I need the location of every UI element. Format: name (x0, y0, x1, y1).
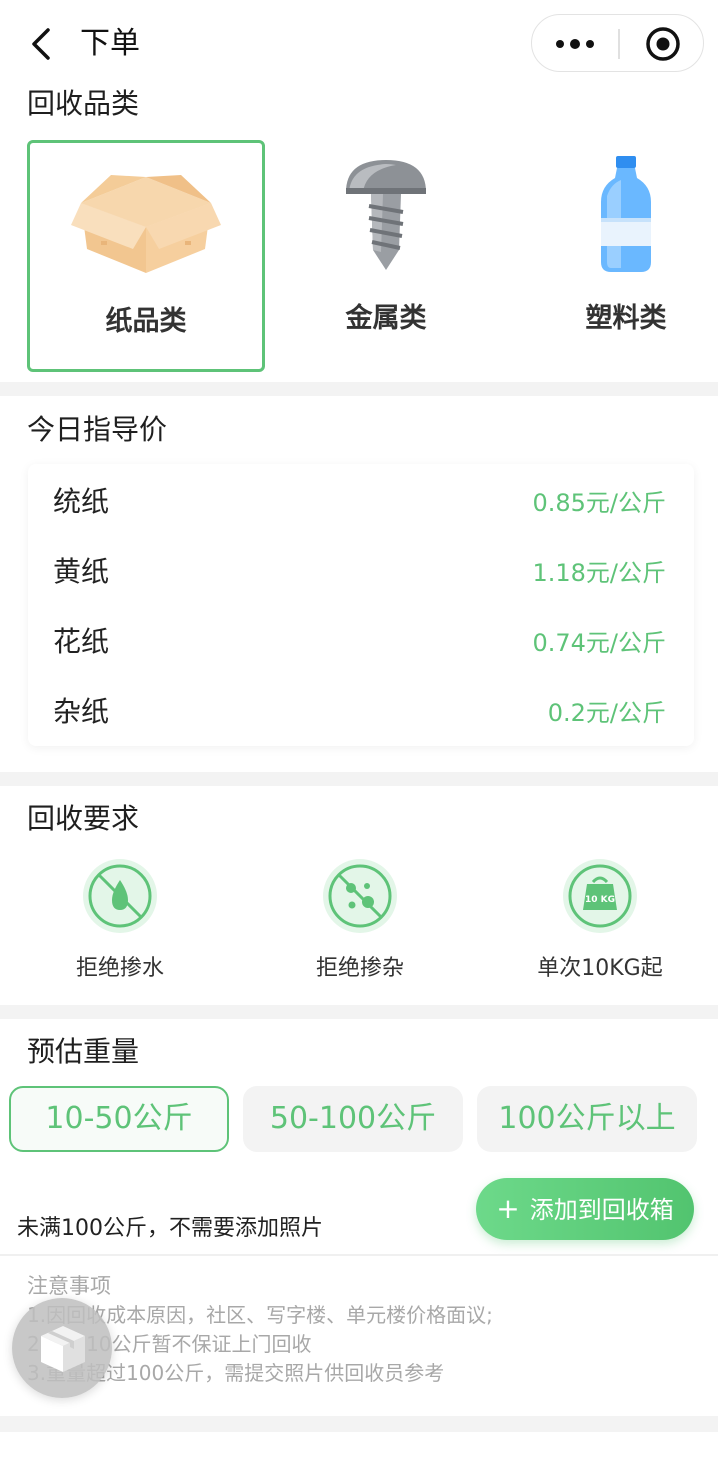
paper-price: 0.2元/公斤 (547, 699, 666, 727)
price-section-title: 今日指导价 (27, 413, 168, 446)
no-impurities-icon (323, 859, 397, 933)
plastic-bottle-icon (601, 156, 651, 272)
section-divider (0, 382, 718, 396)
note-line: 3.重量超过100公斤，需提交照片供回收员参考 (27, 1361, 445, 1385)
capsule-divider (618, 29, 620, 59)
price-list: 统纸 0.85元/公斤 黄纸 1.18元/公斤 花纸 0.74元/公斤 杂纸 0… (28, 464, 694, 746)
weight-option-50-100[interactable]: 50-100公斤 (243, 1086, 463, 1152)
requirement-min-weight: 10 KG 单次10KG起 (480, 858, 718, 988)
recycle-box-floating-button[interactable] (12, 1298, 112, 1398)
photo-hint: 未满100公斤，不需要添加照片 (17, 1216, 323, 1241)
paper-price: 0.74元/公斤 (532, 629, 666, 657)
page-title: 下单 (80, 26, 140, 61)
category-paper[interactable]: 纸品类 (27, 140, 265, 372)
price-row: 黄纸 1.18元/公斤 (28, 534, 694, 604)
category-label: 金属类 (345, 303, 427, 334)
weight-option-100-plus[interactable]: 100公斤以上 (477, 1086, 697, 1152)
paper-type-name: 黄纸 (53, 555, 110, 588)
price-row: 花纸 0.74元/公斤 (28, 604, 694, 674)
box-icon (41, 1326, 85, 1372)
paper-type-name: 花纸 (53, 625, 110, 658)
category-label: 纸品类 (105, 306, 187, 337)
requirement-label: 拒绝掺水 (75, 956, 164, 981)
paper-type-name: 杂纸 (53, 695, 110, 728)
price-row: 统纸 0.85元/公斤 (28, 464, 694, 534)
paper-type-name: 统纸 (53, 485, 110, 518)
more-dots-icon[interactable] (554, 29, 596, 59)
back-arrow-icon[interactable] (26, 26, 56, 62)
section-divider (0, 1005, 718, 1019)
weight-option-10-50[interactable]: 10-50公斤 (9, 1086, 229, 1152)
weight-10kg-icon: 10 KG (563, 859, 637, 933)
category-label: 塑料类 (585, 303, 667, 334)
weight-section-title: 预估重量 (27, 1035, 140, 1068)
requirements-section-title: 回收要求 (27, 802, 140, 835)
requirement-label: 单次10KG起 (537, 956, 663, 981)
divider-line (0, 1254, 718, 1256)
close-target-icon[interactable] (644, 25, 682, 63)
cardboard-box-icon (71, 175, 221, 273)
requirement-no-water: 拒绝掺水 (0, 858, 240, 988)
category-section-title: 回收品类 (27, 87, 140, 120)
add-to-recycle-box-button[interactable]: + 添加到回收箱 (476, 1178, 694, 1240)
weight-icon-text: 10 KG (585, 895, 615, 905)
screw-icon (346, 160, 426, 270)
notes-title: 注意事项 (27, 1274, 111, 1298)
mini-program-capsule (531, 14, 704, 72)
notes: 注意事项 1.因回收成本原因，社区、写字楼、单元楼价格面议; 2.低于10公斤暂… (27, 1272, 697, 1388)
no-water-icon (83, 859, 157, 933)
note-line: 1.因回收成本原因，社区、写字楼、单元楼价格面议; (27, 1303, 493, 1327)
note-line: 2.低于10公斤暂不保证上门回收 (27, 1332, 312, 1356)
paper-price: 0.85元/公斤 (532, 489, 666, 517)
category-plastic[interactable]: 塑料类 (507, 140, 718, 372)
requirement-label: 拒绝掺杂 (315, 956, 404, 981)
add-button-label: 添加到回收箱 (529, 1196, 674, 1224)
plus-icon: + (496, 1192, 520, 1225)
section-divider (0, 1416, 718, 1432)
paper-price: 1.18元/公斤 (532, 559, 666, 587)
category-metal[interactable]: 金属类 (267, 140, 505, 372)
nav-bar: 下单 (0, 0, 718, 88)
section-divider (0, 772, 718, 786)
price-row: 杂纸 0.2元/公斤 (28, 674, 694, 744)
requirement-no-impurities: 拒绝掺杂 (240, 858, 480, 988)
